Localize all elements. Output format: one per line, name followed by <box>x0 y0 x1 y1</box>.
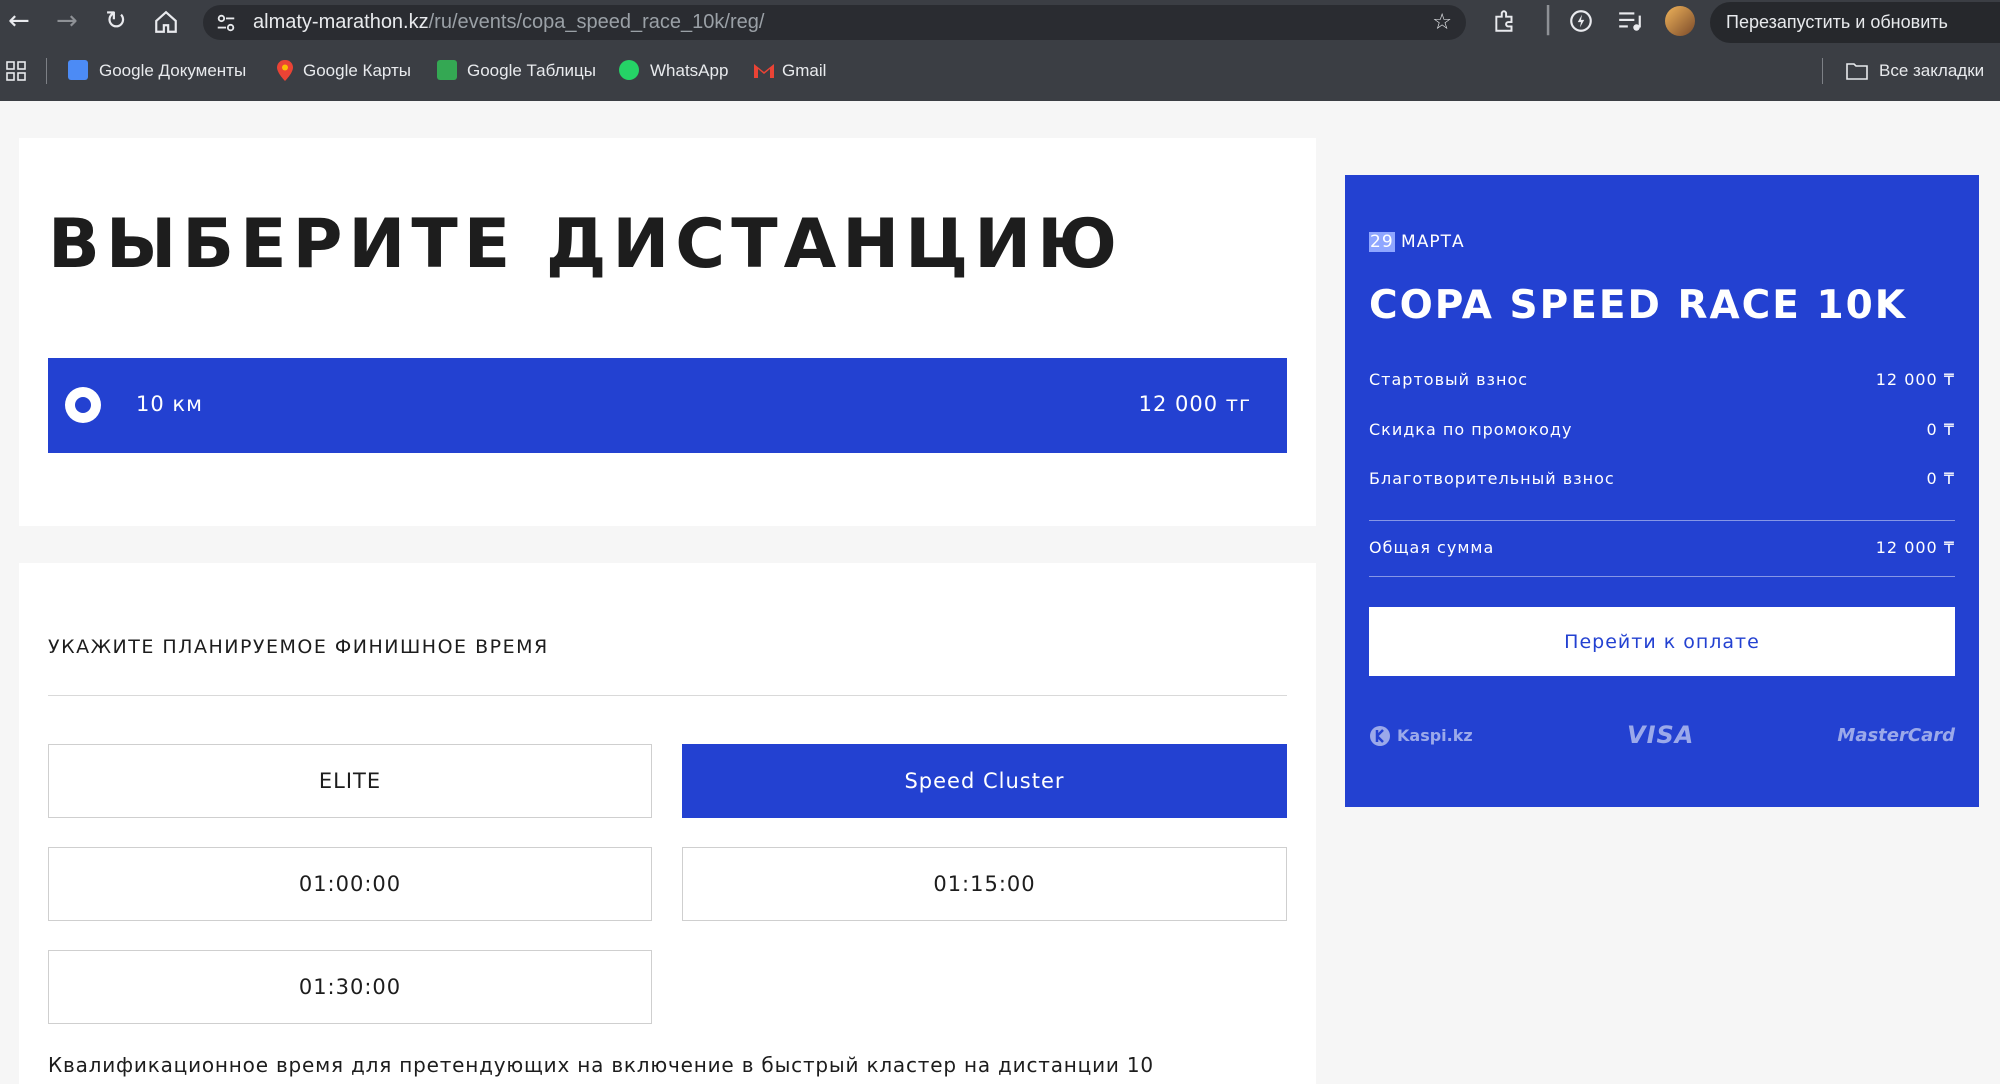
site-info-icon[interactable] <box>215 12 237 38</box>
bookmarks-divider <box>46 58 47 84</box>
gmail-icon <box>753 62 775 83</box>
summary-row-value: 12 000 ₸ <box>1875 370 1955 389</box>
folder-icon <box>1846 62 1868 84</box>
finish-option-elite[interactable]: ELITE <box>48 744 652 818</box>
finish-option-1h30[interactable]: 01:30:00 <box>48 950 652 1024</box>
bookmark-gmail[interactable]: Gmail <box>782 61 826 81</box>
summary-total-label: Общая сумма <box>1369 538 1495 557</box>
extensions-icon[interactable] <box>1492 8 1518 38</box>
toolbar-divider: | <box>1543 1 1554 36</box>
star-icon[interactable]: ☆ <box>1432 10 1452 35</box>
bookmark-google-maps[interactable]: Google Карты <box>303 61 411 81</box>
mastercard-logo: MasterCard <box>1837 725 1955 746</box>
radio-selected-icon[interactable] <box>65 387 101 423</box>
event-date-day: 29 <box>1369 232 1395 252</box>
finish-option-1h15[interactable]: 01:15:00 <box>682 847 1287 921</box>
apps-grid-icon[interactable] <box>6 61 26 85</box>
summary-row-charity: Благотворительный взнос 0 ₸ <box>1369 469 1955 488</box>
proceed-to-payment-button[interactable]: Перейти к оплате <box>1369 607 1955 676</box>
summary-row-promo-discount: Скидка по промокоду 0 ₸ <box>1369 420 1955 439</box>
all-bookmarks[interactable]: Все закладки <box>1879 61 1984 81</box>
browser-toolbar: ← → ↻ ☆ almaty-marathon.kz/ru/events/cop… <box>0 0 2000 101</box>
distance-panel <box>19 138 1316 526</box>
distance-label: 10 км <box>136 392 203 416</box>
docs-icon <box>68 60 88 80</box>
kaspi-icon <box>1369 725 1391 751</box>
finish-option-speed-cluster[interactable]: Speed Cluster <box>682 744 1287 818</box>
relaunch-label: Перезапустить и обновить <box>1726 12 1948 32</box>
visa-logo: VISA <box>1627 721 1695 749</box>
summary-divider <box>1369 576 1955 577</box>
summary-row-value: 0 ₸ <box>1926 420 1955 439</box>
relaunch-button[interactable]: Перезапустить и обновить <box>1710 2 2000 43</box>
url-text: almaty-marathon.kz/ru/events/copa_speed_… <box>253 11 764 34</box>
summary-row-value: 0 ₸ <box>1926 469 1955 488</box>
event-title: COPA SPEED RACE 10K <box>1369 283 1907 328</box>
reload-icon[interactable]: ↻ <box>105 8 127 34</box>
summary-total: Общая сумма 12 000 ₸ <box>1369 538 1955 557</box>
bookmarks-divider-right <box>1822 58 1823 84</box>
sheets-icon <box>437 60 457 80</box>
bookmark-google-docs[interactable]: Google Документы <box>99 61 246 81</box>
summary-divider <box>1369 520 1955 521</box>
finish-option-1h[interactable]: 01:00:00 <box>48 847 652 921</box>
bookmark-google-sheets[interactable]: Google Таблицы <box>467 61 596 81</box>
distance-option-10km[interactable]: 10 км 12 000 тг <box>48 358 1287 453</box>
profile-avatar[interactable] <box>1665 6 1695 36</box>
order-summary-card: 29 МАРТА COPA SPEED RACE 10K Стартовый в… <box>1345 175 1979 807</box>
page-title: ВЫБЕРИТЕ ДИСТАНЦИЮ <box>48 205 1123 284</box>
summary-total-value: 12 000 ₸ <box>1875 538 1955 557</box>
maps-icon <box>275 59 295 87</box>
summary-row-label: Скидка по промокоду <box>1369 420 1573 439</box>
summary-row-label: Благотворительный взнос <box>1369 469 1615 488</box>
forward-icon[interactable]: → <box>56 8 78 34</box>
summary-row-label: Стартовый взнос <box>1369 370 1529 389</box>
event-date: 29 МАРТА <box>1369 232 1465 252</box>
home-icon[interactable] <box>153 9 179 39</box>
qualification-note: Квалификационное время для претендующих … <box>48 1053 1154 1077</box>
performance-icon[interactable] <box>1568 8 1594 38</box>
back-icon[interactable]: ← <box>8 8 30 34</box>
url-domain: almaty-marathon.kz <box>253 11 429 33</box>
kaspi-logo: Kaspi.kz <box>1397 726 1473 745</box>
media-controls-icon[interactable] <box>1617 9 1643 37</box>
bookmark-whatsapp[interactable]: WhatsApp <box>650 61 728 81</box>
finish-time-title: УКАЖИТЕ ПЛАНИРУЕМОЕ ФИНИШНОЕ ВРЕМЯ <box>48 636 549 658</box>
event-date-month: МАРТА <box>1401 232 1465 252</box>
url-path: /ru/events/copa_speed_race_10k/reg/ <box>428 11 765 33</box>
summary-row-entry-fee: Стартовый взнос 12 000 ₸ <box>1369 370 1955 389</box>
distance-price: 12 000 тг <box>1138 392 1251 416</box>
whatsapp-icon <box>619 60 639 80</box>
section-divider <box>48 695 1287 696</box>
